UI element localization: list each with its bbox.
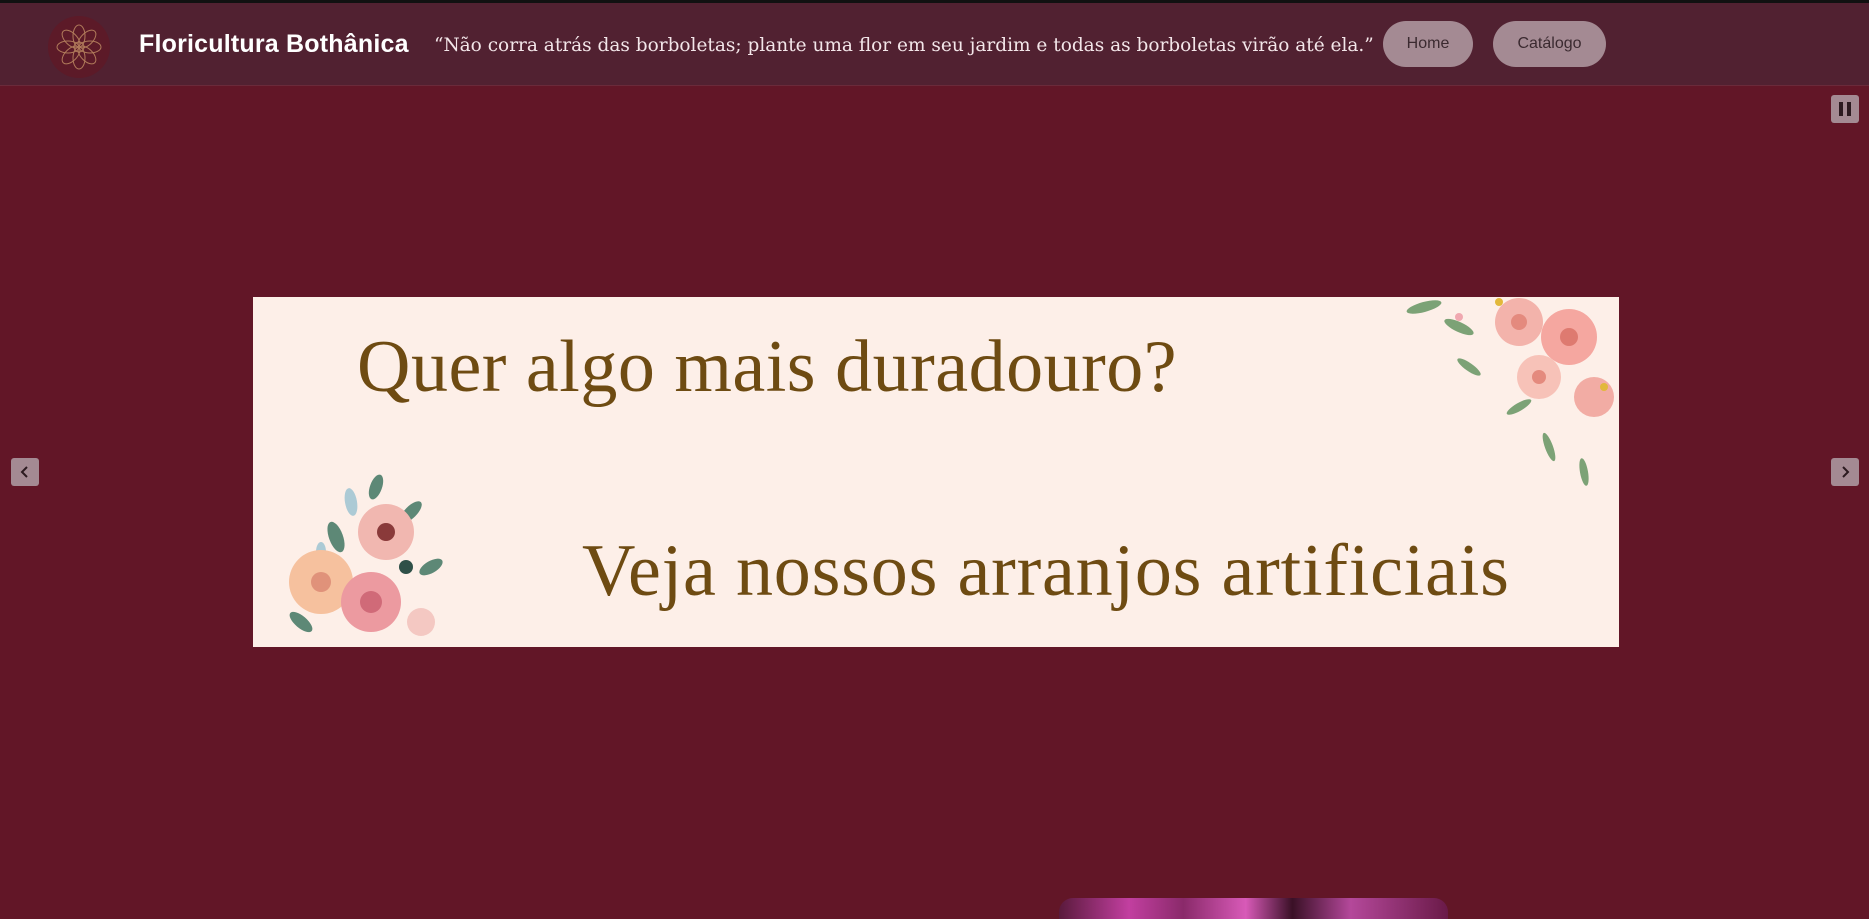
carousel-banner[interactable]: Quer algo mais duradouro? Veja nossos ar… [253,297,1619,647]
flower-logo-icon[interactable] [48,16,110,78]
floral-corner-decoration [1406,298,1614,486]
floral-bouquet-decoration [289,474,443,636]
chevron-left-icon [20,466,28,478]
banner-headline: Quer algo mais duradouro? [357,326,1178,408]
pause-icon[interactable] [1831,95,1859,123]
banner-subline: Veja nossos arranjos artificiais [582,530,1510,612]
chevron-right-icon [1842,466,1850,478]
site-header: Floricultura Bothânica “Não corra atrás … [0,3,1869,86]
pause-bar [1847,102,1851,116]
pause-bar [1839,102,1843,116]
carousel-prev-button[interactable] [11,458,39,486]
featured-flowers-image[interactable] [1059,898,1448,919]
carousel-next-button[interactable] [1831,458,1859,486]
brand-name[interactable]: Floricultura Bothânica [139,30,409,59]
header-quote: “Não corra atrás das borboletas; plante … [434,35,1374,56]
nav-catalog-button[interactable]: Catálogo [1493,21,1606,67]
nav-home-button[interactable]: Home [1383,21,1473,67]
